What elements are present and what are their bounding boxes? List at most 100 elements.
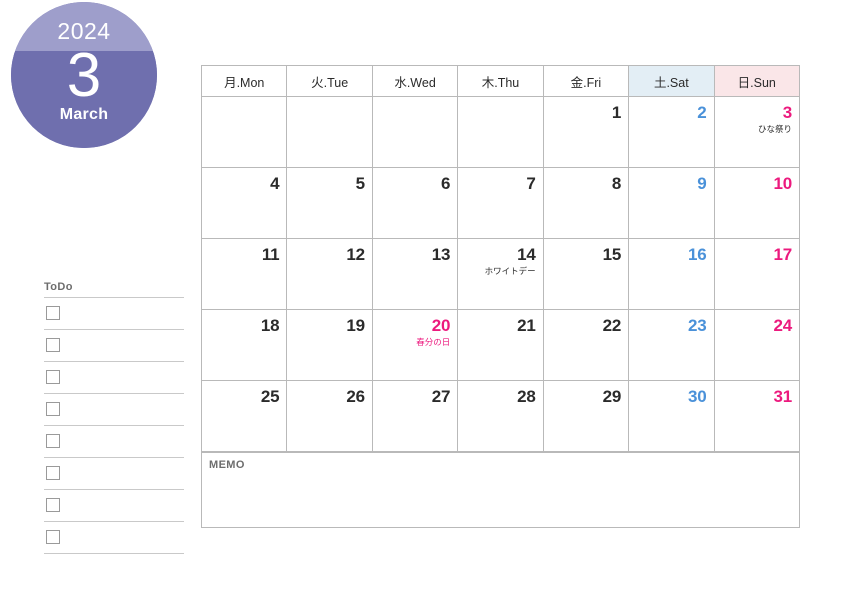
day-number: 17 [773,245,792,264]
day-number: 30 [688,387,707,406]
day-number: 14 [517,245,536,264]
day-number: 23 [688,316,707,335]
calendar-cell-empty [457,96,544,168]
calendar-cell-day-14[interactable]: 14 ホワイトデー [457,238,544,310]
day-number: 4 [270,174,280,193]
day-number: 15 [602,245,622,264]
month-badge-content: 2024 3 March [11,2,157,148]
weekday-header-weekday-3: 木.Thu [457,65,544,97]
todo-checkbox[interactable] [46,370,60,384]
todo-row [44,394,184,426]
calendar-week-row: 4 5 6 7 8 9 10 [200,167,801,239]
calendar-cell-day-23[interactable]: 23 [628,309,715,381]
calendar-cell-day-24[interactable]: 24 [713,309,801,381]
memo-label: MEMO [209,459,245,471]
day-number: 10 [773,174,792,193]
calendar-cell-day-22[interactable]: 22 [542,309,630,381]
calendar-cell-day-13[interactable]: 13 [371,238,459,310]
calendar-cell-day-12[interactable]: 12 [286,238,373,310]
calendar-cell-day-30[interactable]: 30 [628,380,715,452]
calendar-cell-day-21[interactable]: 21 [457,309,544,381]
weekday-header-weekday-2: 水.Wed [371,65,459,97]
todo-checkbox[interactable] [46,434,60,448]
calendar-cell-day-19[interactable]: 19 [286,309,373,381]
day-number: 6 [441,174,451,193]
weekday-header-weekday-0: 月.Mon [200,65,288,97]
todo-row [44,362,184,394]
day-number: 26 [346,387,365,406]
day-number: 20 [431,316,451,335]
day-number: 1 [611,103,622,122]
day-number: 5 [355,174,365,193]
calendar-cell-day-1[interactable]: 1 [542,96,630,168]
weekday-header-weekday-1: 火.Tue [286,65,373,97]
calendar-cell-day-16[interactable]: 16 [628,238,715,310]
calendar-cell-day-31[interactable]: 31 [713,380,801,452]
day-number: 28 [517,387,536,406]
day-number: 13 [431,245,451,264]
todo-checkbox[interactable] [46,402,60,416]
calendar-cell-day-11[interactable]: 11 [200,238,288,310]
calendar-cell-day-28[interactable]: 28 [457,380,544,452]
todo-checkbox[interactable] [46,498,60,512]
todo-row [44,426,184,458]
calendar-cell-day-8[interactable]: 8 [542,167,630,239]
calendar-cell-empty [286,96,373,168]
todo-checkbox[interactable] [46,338,60,352]
day-number: 31 [773,387,792,406]
day-event-label: ホワイトデー [484,266,536,276]
calendar-cell-day-4[interactable]: 4 [200,167,288,239]
calendar-cell-day-18[interactable]: 18 [200,309,288,381]
calendar-cell-day-5[interactable]: 5 [286,167,373,239]
calendar-cell-day-3[interactable]: 3 ひな祭り [713,96,801,168]
day-number: 12 [346,245,365,264]
day-number: 24 [773,316,792,335]
calendar-cell-day-15[interactable]: 15 [542,238,630,310]
todo-checkbox[interactable] [46,466,60,480]
day-number: 29 [602,387,622,406]
day-number: 8 [611,174,622,193]
calendar-body: 1 2 3 ひな祭り 4 5 6 7 8 9 10 11 12 13 14 ホワイトデー 15 16 17 18 19 2… [200,96,801,452]
calendar-header-row: 月.Mon 火.Tue 水.Wed 木.Thu 金.Fri 土.Sat 日.Sun [200,65,801,97]
day-number: 11 [261,245,280,264]
day-number: 2 [697,103,707,122]
day-number: 3 [782,103,792,122]
day-number: 22 [602,316,622,335]
calendar-cell-day-20[interactable]: 20 春分の日 [371,309,459,381]
calendar-cell-day-7[interactable]: 7 [457,167,544,239]
calendar-cell-day-26[interactable]: 26 [286,380,373,452]
todo-row [44,522,184,554]
todo-write-line[interactable] [44,553,184,554]
weekday-header-weekday-4: 金.Fri [542,65,630,97]
weekday-header-saturday-5: 土.Sat [628,65,715,97]
todo-checkbox[interactable] [46,530,60,544]
calendar-week-row: 11 12 13 14 ホワイトデー 15 16 17 [200,238,801,310]
calendar-cell-day-27[interactable]: 27 [371,380,459,452]
calendar-cell-empty [200,96,288,168]
calendar-grid: 月.Mon 火.Tue 水.Wed 木.Thu 金.Fri 土.Sat 日.Sun 123ひ… [200,65,801,452]
calendar-cell-day-29[interactable]: 29 [542,380,630,452]
calendar-cell-day-9[interactable]: 9 [628,167,715,239]
calendar-week-row: 25 26 27 28 29 30 31 [200,380,801,452]
day-number: 25 [260,387,280,406]
calendar-cell-day-25[interactable]: 25 [200,380,288,452]
calendar-cell-day-10[interactable]: 10 [713,167,801,239]
todo-title: ToDo [44,281,73,293]
calendar-week-row: 18 19 20 春分の日 21 22 23 24 [200,309,801,381]
badge-month-name: March [59,106,109,124]
day-event-label: ひな祭り [757,124,792,134]
badge-month-number: 3 [66,41,102,110]
calendar-cell-day-6[interactable]: 6 [371,167,459,239]
calendar-cell-day-17[interactable]: 17 [713,238,801,310]
day-number: 21 [517,316,536,335]
calendar-cell-day-2[interactable]: 2 [628,96,715,168]
day-number: 16 [688,245,707,264]
day-number: 27 [431,387,451,406]
day-number: 9 [697,174,707,193]
calendar-week-row: 1 2 3 ひな祭り [200,96,801,168]
day-number: 19 [346,316,365,335]
todo-checkbox[interactable] [46,306,60,320]
memo-box[interactable]: MEMO [201,452,800,528]
calendar-cell-empty [371,96,459,168]
todo-row [44,458,184,490]
